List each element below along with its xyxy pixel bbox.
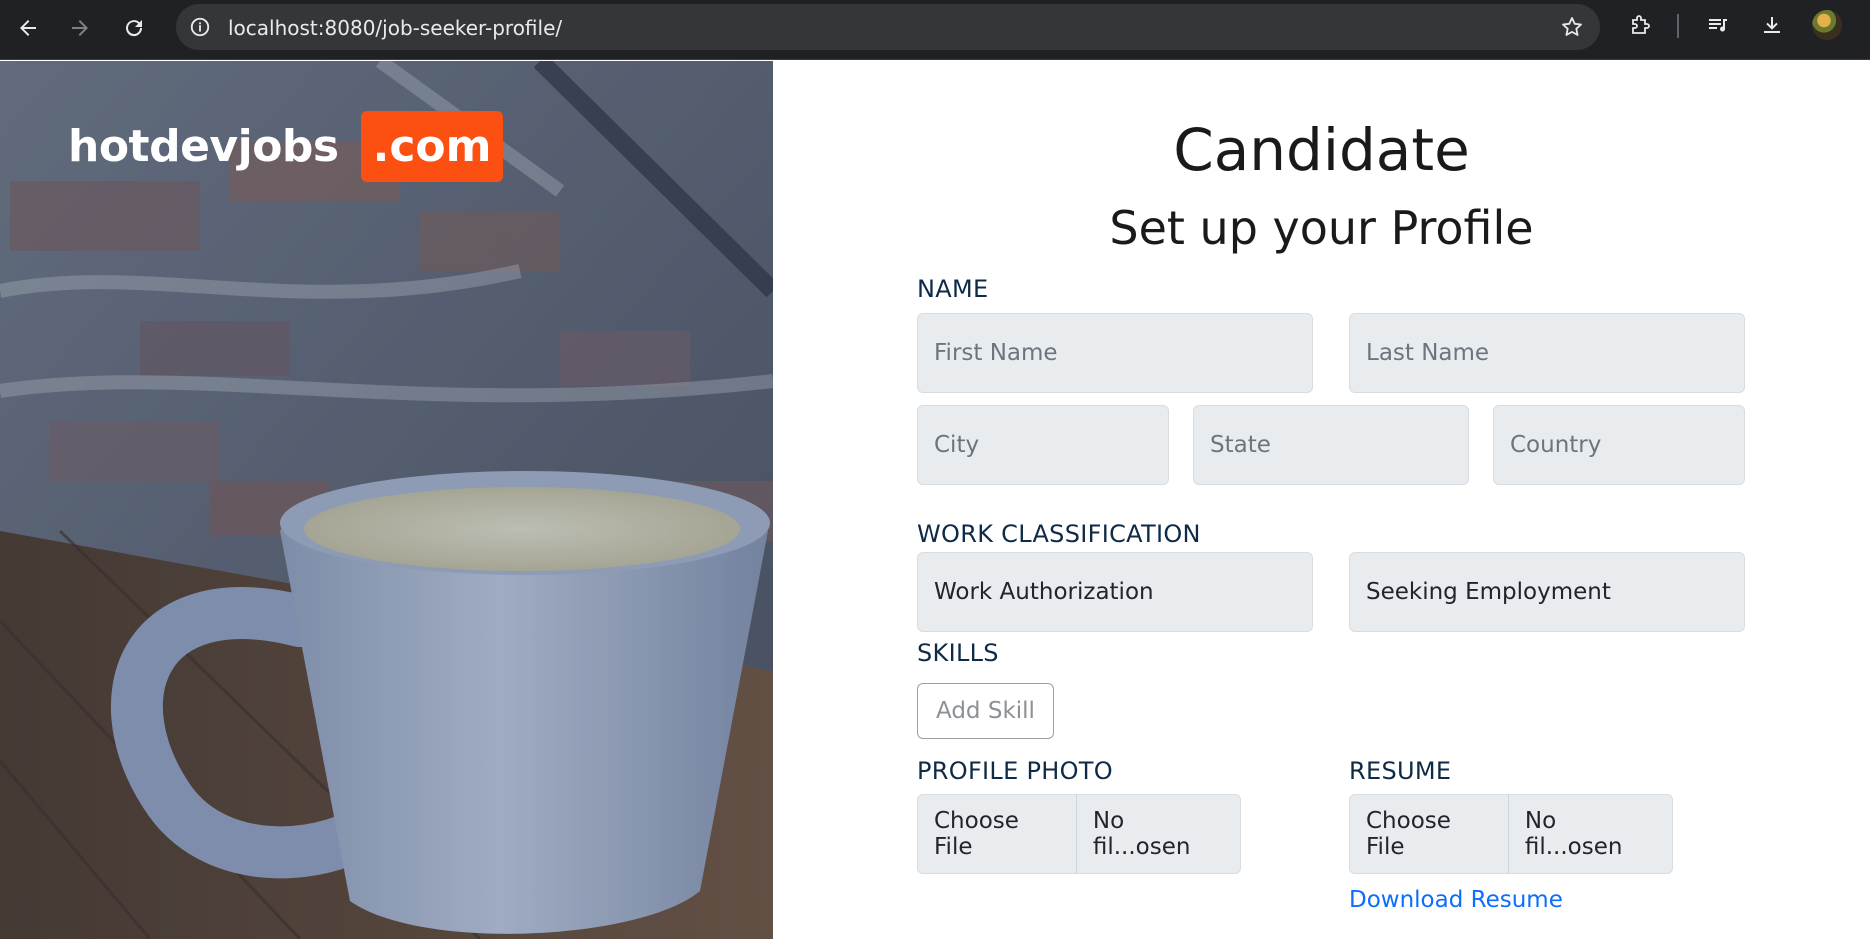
first-name-input[interactable]: First Name bbox=[917, 313, 1313, 393]
media-icon[interactable] bbox=[1704, 11, 1732, 39]
profile-photo-file-input[interactable]: Choose File No fil...osen bbox=[917, 794, 1241, 874]
profile-form: Candidate Set up your Profile NAME First… bbox=[773, 61, 1870, 939]
city-input[interactable]: City bbox=[917, 405, 1169, 485]
address-bar[interactable]: localhost:8080/job-seeker-profile/ bbox=[176, 4, 1600, 50]
logo-tld-badge: .com bbox=[360, 111, 504, 182]
skills-section-label: SKILLS bbox=[917, 639, 999, 667]
resume-label: RESUME bbox=[1349, 757, 1452, 785]
add-skill-button[interactable]: Add Skill bbox=[917, 683, 1054, 739]
site-info-icon[interactable] bbox=[188, 15, 212, 39]
toolbar-divider bbox=[1677, 14, 1679, 38]
work-authorization-select[interactable]: Work Authorization bbox=[917, 552, 1313, 632]
site-logo[interactable]: hotdevjobs .com bbox=[68, 111, 504, 182]
page-title: Candidate bbox=[1173, 116, 1470, 184]
download-icon[interactable] bbox=[1758, 11, 1786, 39]
page-subtitle: Set up your Profile bbox=[1109, 201, 1534, 255]
name-section-label: NAME bbox=[917, 275, 989, 303]
country-input[interactable]: Country bbox=[1493, 405, 1745, 485]
state-input[interactable]: State bbox=[1193, 405, 1469, 485]
coffee-cup-illustration bbox=[0, 61, 773, 939]
profile-avatar[interactable] bbox=[1812, 10, 1842, 40]
seeking-employment-select[interactable]: Seeking Employment bbox=[1349, 552, 1745, 632]
logo-wordmark: hotdevjobs bbox=[68, 121, 339, 172]
photo-choose-file-button[interactable]: Choose File bbox=[918, 795, 1077, 873]
hero-image-panel: hotdevjobs .com bbox=[0, 61, 773, 939]
extensions-icon[interactable] bbox=[1626, 11, 1654, 39]
work-classification-label: WORK CLASSIFICATION bbox=[917, 520, 1201, 548]
photo-file-status: No fil...osen bbox=[1092, 808, 1191, 860]
last-name-input[interactable]: Last Name bbox=[1349, 313, 1745, 393]
browser-toolbar: localhost:8080/job-seeker-profile/ bbox=[0, 0, 1870, 60]
bookmark-star-icon[interactable] bbox=[1560, 15, 1584, 39]
url-text[interactable]: localhost:8080/job-seeker-profile/ bbox=[228, 16, 562, 40]
forward-arrow-icon[interactable] bbox=[62, 10, 98, 46]
resume-choose-file-button[interactable]: Choose File bbox=[1350, 795, 1509, 873]
resume-file-input[interactable]: Choose File No fil...osen bbox=[1349, 794, 1673, 874]
profile-photo-label: PROFILE PHOTO bbox=[917, 757, 1113, 785]
back-arrow-icon[interactable] bbox=[10, 10, 46, 46]
resume-file-status: No fil...osen bbox=[1524, 808, 1623, 860]
download-resume-link[interactable]: Download Resume bbox=[1349, 887, 1563, 913]
reload-icon[interactable] bbox=[116, 10, 152, 46]
